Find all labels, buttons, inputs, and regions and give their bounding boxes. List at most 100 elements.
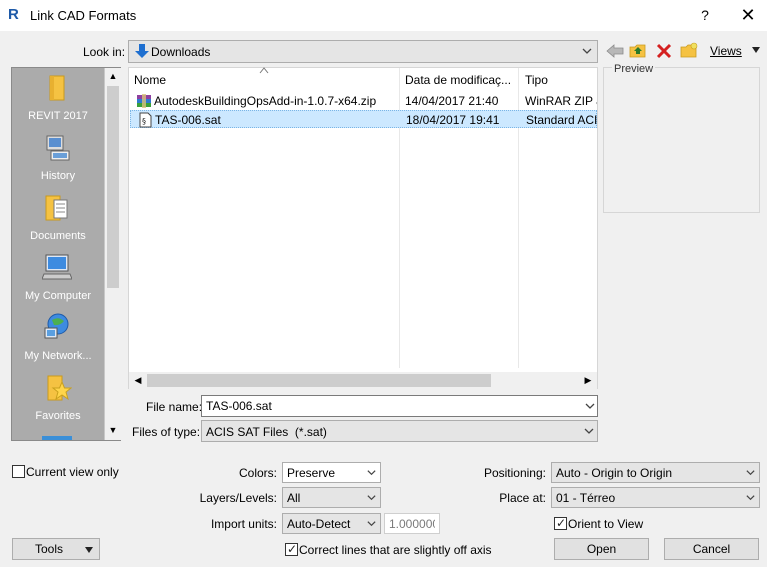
place-next-indicator [42,436,72,440]
tools-label: Tools [35,542,64,556]
correct-lines-label: Correct lines that are slightly off axis [299,543,492,557]
scroll-right-icon[interactable]: ▶ [581,372,595,389]
look-in-label: Look in: [83,45,126,59]
places-scroll-thumb[interactable] [107,86,119,288]
place-label: My Computer [24,290,92,302]
current-view-only-checkbox[interactable] [12,465,25,478]
import-units-value: Auto-Detect [287,517,351,531]
files-of-type-combo[interactable]: ACIS SAT Files (*.sat) [201,420,598,442]
colors-combo[interactable]: Preserve [282,462,381,483]
scale-factor-input [384,513,440,534]
correct-lines-checkbox[interactable] [285,542,298,556]
places-bar: REVIT 2017 History Documents My Computer [11,67,121,441]
download-arrow-icon [135,44,149,58]
place-at-combo[interactable]: 01 - Térreo [551,487,760,508]
file-date: 18/04/2017 19:41 [406,113,500,127]
svg-text:§: § [142,117,146,126]
up-folder-icon[interactable] [629,42,647,60]
help-button[interactable]: ? [696,6,714,24]
positioning-label: Positioning: [483,466,546,480]
file-row[interactable]: AutodeskBuildingOpsAdd-in-1.0.7-x64.zip … [130,92,597,110]
chevron-down-icon [746,495,755,501]
colors-value: Preserve [287,466,336,480]
window-title: Link CAD Formats [30,8,137,23]
file-name-input[interactable] [201,395,598,417]
cancel-button[interactable]: Cancel [664,538,759,560]
horizontal-scroll-thumb[interactable] [147,374,491,387]
chevron-down-icon [752,47,760,53]
chevron-down-icon [582,48,592,54]
files-of-type-value: ACIS SAT Files (*.sat) [206,425,327,439]
orient-to-view-label: Orient to View [568,517,644,531]
favorites-icon [47,375,72,401]
positioning-value: Auto - Origin to Origin [556,466,673,480]
computer-icon [42,254,72,280]
scroll-left-icon[interactable]: ◀ [131,372,145,389]
place-history[interactable]: History [12,128,104,188]
place-label: Favorites [35,410,81,422]
network-icon [44,313,69,339]
scroll-down-icon[interactable]: ▼ [105,422,121,439]
chevron-down-icon [367,495,376,501]
look-in-value: Downloads [151,45,211,59]
sat-file-icon: § [139,112,152,128]
column-header-name[interactable]: Nome [134,70,166,90]
revit-logo-icon: R [8,6,19,23]
place-at-label: Place at: [499,491,546,505]
current-view-only-label: Current view only [26,465,119,479]
tools-button[interactable]: Tools [12,538,100,560]
layers-levels-value: All [287,491,301,505]
place-favorites[interactable]: Favorites [12,368,104,428]
horizontal-scrollbar[interactable]: ◀ ▶ [129,372,597,389]
layers-levels-label: Layers/Levels: [199,491,277,505]
preview-label: Preview [612,63,656,75]
chevron-down-icon [367,470,376,476]
place-my-computer[interactable]: My Computer [12,248,104,308]
orient-to-view-checkbox[interactable] [554,516,567,530]
file-list[interactable]: Nome Data de modificaç... Tipo AutodeskB… [128,67,598,389]
file-name: TAS-006.sat [155,113,221,127]
layers-levels-combo[interactable]: All [282,487,381,508]
place-at-value: 01 - Térreo [556,491,616,505]
close-button[interactable]: ✕ [738,5,758,25]
place-my-network[interactable]: My Network... [12,308,104,368]
scroll-up-icon[interactable]: ▲ [105,68,121,85]
positioning-combo[interactable]: Auto - Origin to Origin [551,462,760,483]
place-documents[interactable]: Documents [12,188,104,248]
place-revit-2017[interactable]: REVIT 2017 [12,68,104,128]
places-scrollbar[interactable]: ▲ ▼ [104,68,121,440]
files-of-type-label: Files of type: [132,425,201,439]
column-header-date[interactable]: Data de modificaç... [405,70,511,90]
import-units-combo[interactable]: Auto-Detect [282,513,381,534]
chevron-down-icon [367,521,376,527]
place-label: REVIT 2017 [28,110,88,122]
look-in-combo[interactable]: Downloads [128,40,598,63]
column-header-type[interactable]: Tipo [525,70,548,90]
delete-icon[interactable] [655,42,673,60]
chevron-down-icon [85,547,93,553]
zip-archive-icon [137,94,151,108]
history-icon [46,135,70,161]
documents-icon [45,195,68,221]
file-type: WinRAR ZIP a [525,94,597,108]
file-name-label: File name: [146,400,203,414]
file-row-selected[interactable]: § TAS-006.sat 18/04/2017 19:41 Standard … [130,110,598,128]
chevron-down-icon [746,470,755,476]
file-name: AutodeskBuildingOpsAdd-in-1.0.7-x64.zip [154,94,377,108]
place-label: History [40,170,76,182]
file-date: 14/04/2017 21:40 [405,94,499,108]
open-button[interactable]: Open [554,538,649,560]
file-type: Standard ACIS [526,113,598,127]
place-label: Documents [30,230,86,242]
new-folder-icon[interactable] [680,42,698,60]
back-arrow-icon[interactable] [606,42,624,60]
chevron-down-icon[interactable] [584,400,596,412]
views-label: Views [710,44,742,58]
folder-icon [49,75,65,101]
place-label: My Network... [24,350,92,362]
preview-panel: Preview [603,63,760,213]
views-button[interactable]: Views [708,44,760,60]
colors-label: Colors: [238,466,277,480]
import-units-label: Import units: [210,517,277,531]
title-bar: R Link CAD Formats ? ✕ [0,0,767,31]
